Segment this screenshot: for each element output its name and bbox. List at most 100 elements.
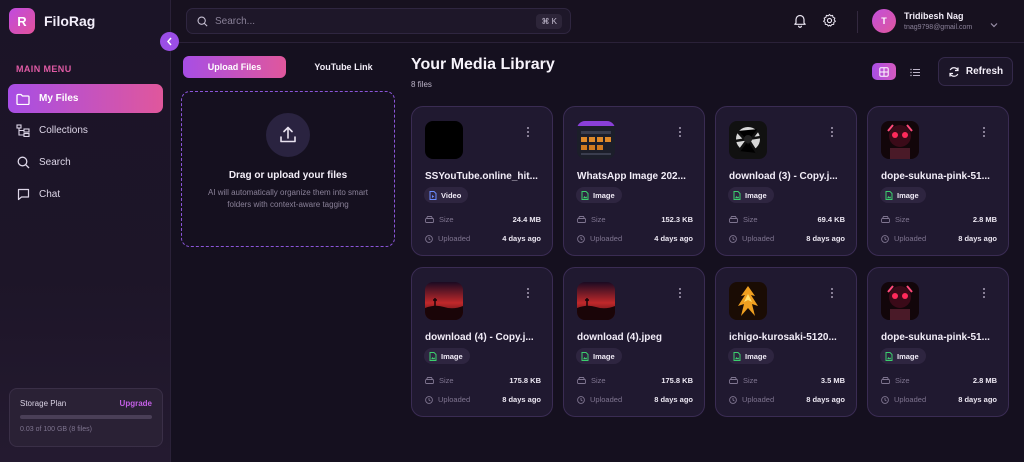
clock-icon — [577, 234, 585, 243]
size-label: Size — [895, 376, 910, 385]
file-type-label: Video — [441, 190, 462, 200]
clock-icon — [881, 234, 889, 243]
collapse-sidebar-button[interactable] — [160, 32, 179, 51]
image-file-icon — [733, 351, 741, 361]
clock-icon — [577, 395, 585, 404]
bell-icon[interactable] — [793, 13, 809, 29]
size-row: Size 152.3 KB — [577, 215, 693, 224]
image-file-icon — [885, 351, 893, 361]
more-options-icon[interactable] — [677, 125, 683, 137]
uploaded-row: Uploaded 8 days ago — [577, 395, 693, 404]
size-label: Size — [895, 215, 910, 224]
user-name[interactable]: Tridibesh Nag — [904, 11, 964, 21]
avatar[interactable]: T — [872, 9, 896, 33]
upload-date: 4 days ago — [654, 234, 693, 243]
media-thumbnail[interactable] — [577, 282, 615, 320]
file-name[interactable]: dope-sukuna-pink-51... — [881, 171, 999, 182]
upload-date: 8 days ago — [806, 234, 845, 243]
uploaded-label: Uploaded — [894, 395, 927, 404]
tab-upload-files[interactable]: Upload Files — [183, 56, 286, 78]
more-options-icon[interactable] — [829, 125, 835, 137]
upload-date: 8 days ago — [806, 395, 845, 404]
file-size: 24.4 MB — [512, 215, 541, 224]
media-card[interactable]: download (4) - Copy.j... Image Size 175.8 K… — [411, 267, 553, 417]
media-card[interactable]: SSYouTube.online_hit... Video Size 24.4 MB U… — [411, 106, 553, 256]
file-name[interactable]: SSYouTube.online_hit... — [425, 171, 543, 182]
clock-icon — [425, 395, 433, 404]
more-options-icon[interactable] — [525, 286, 531, 298]
upload-date: 4 days ago — [502, 234, 541, 243]
uploaded-label: Uploaded — [590, 234, 623, 243]
chevron-down-icon[interactable] — [990, 15, 998, 33]
clock-icon — [729, 395, 737, 404]
file-type-badge: Image — [880, 348, 926, 364]
sidebar-nav: My Files Collections Search Chat — [8, 84, 163, 212]
drive-icon — [729, 216, 738, 223]
more-options-icon[interactable] — [829, 286, 835, 298]
sidebar-item-my-files[interactable]: My Files — [8, 84, 163, 113]
list-view-button[interactable] — [907, 64, 923, 80]
media-thumbnail[interactable] — [425, 121, 463, 159]
refresh-button[interactable]: Refresh — [938, 57, 1013, 86]
media-thumbnail[interactable] — [881, 121, 919, 159]
brand[interactable]: R FiloRag — [9, 8, 95, 34]
more-options-icon[interactable] — [525, 125, 531, 137]
drive-icon — [881, 216, 890, 223]
file-type-label: Image — [441, 351, 463, 361]
upgrade-link[interactable]: Upgrade — [120, 399, 152, 408]
refresh-icon — [949, 66, 959, 77]
media-card[interactable]: download (4).jpeg Image Size 175.8 KB Upload… — [563, 267, 705, 417]
file-name[interactable]: download (3) - Copy.j... — [729, 171, 847, 182]
image-file-icon — [733, 190, 741, 200]
file-name[interactable]: download (4) - Copy.j... — [425, 332, 543, 343]
image-file-icon — [885, 190, 893, 200]
media-card[interactable]: WhatsApp Image 202... Image Size 152.3 KB Up… — [563, 106, 705, 256]
file-name[interactable]: WhatsApp Image 202... — [577, 171, 695, 182]
media-card[interactable]: ichigo-kurosaki-5120... Image Size 3.5 MB Up… — [715, 267, 857, 417]
gear-icon[interactable] — [822, 13, 838, 29]
search-input[interactable] — [215, 15, 515, 27]
drive-icon — [729, 377, 738, 384]
upload-date: 8 days ago — [958, 234, 997, 243]
file-name[interactable]: ichigo-kurosaki-5120... — [729, 332, 847, 343]
sidebar: R FiloRag MAIN MENU My Files Collections… — [0, 0, 171, 462]
media-thumbnail[interactable] — [425, 282, 463, 320]
sidebar-item-search[interactable]: Search — [8, 148, 163, 177]
size-label: Size — [591, 376, 606, 385]
media-thumbnail[interactable] — [577, 121, 615, 159]
uploaded-label: Uploaded — [742, 395, 775, 404]
media-thumbnail[interactable] — [729, 121, 767, 159]
file-type-label: Image — [897, 351, 919, 361]
storage-bar — [20, 415, 152, 419]
chat-icon — [16, 188, 30, 202]
file-type-badge: Image — [880, 187, 926, 203]
upload-dropzone[interactable]: Drag or upload your files AI will automa… — [181, 91, 395, 247]
sidebar-item-chat[interactable]: Chat — [8, 180, 163, 209]
uploaded-label: Uploaded — [590, 395, 623, 404]
size-label: Size — [743, 376, 758, 385]
file-size: 69.4 KB — [817, 215, 845, 224]
file-size: 2.8 MB — [972, 215, 997, 224]
media-card[interactable]: dope-sukuna-pink-51... Image Size 2.8 MB Upl… — [867, 106, 1009, 256]
media-thumbnail[interactable] — [729, 282, 767, 320]
size-row: Size 175.8 KB — [577, 376, 693, 385]
sidebar-item-collections[interactable]: Collections — [8, 116, 163, 145]
file-name[interactable]: dope-sukuna-pink-51... — [881, 332, 999, 343]
search-bar[interactable]: ⌘ K — [186, 8, 571, 34]
more-options-icon[interactable] — [981, 125, 987, 137]
media-card[interactable]: dope-sukuna-pink-51... Image Size 2.8 MB Upl… — [867, 267, 1009, 417]
file-count: 8 files — [411, 80, 432, 89]
file-size: 175.8 KB — [509, 376, 541, 385]
media-thumbnail[interactable] — [881, 282, 919, 320]
more-options-icon[interactable] — [677, 286, 683, 298]
file-type-badge: Image — [576, 348, 622, 364]
uploaded-label: Uploaded — [438, 395, 471, 404]
grid-view-button[interactable] — [872, 63, 896, 80]
size-row: Size 2.8 MB — [881, 376, 997, 385]
upload-date: 8 days ago — [958, 395, 997, 404]
refresh-label: Refresh — [965, 66, 1004, 77]
more-options-icon[interactable] — [981, 286, 987, 298]
tab-youtube-link[interactable]: YouTube Link — [292, 56, 395, 78]
media-card[interactable]: download (3) - Copy.j... Image Size 69.4 KB… — [715, 106, 857, 256]
file-name[interactable]: download (4).jpeg — [577, 332, 695, 343]
